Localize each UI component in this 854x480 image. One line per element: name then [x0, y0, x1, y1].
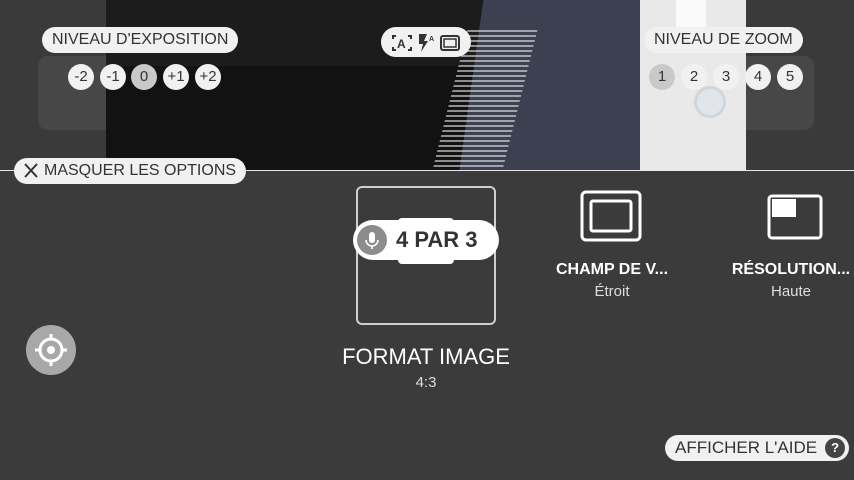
auto-text-icon[interactable]: A: [391, 34, 413, 57]
zoom-level-button[interactable]: 3: [713, 64, 739, 90]
help-icon: ?: [825, 438, 846, 458]
field-of-view-title: CHAMP DE V...: [555, 261, 669, 278]
mic-icon: [357, 225, 387, 255]
zoom-level-button[interactable]: 2: [681, 64, 707, 90]
help-label: AFFICHER L'AIDE: [675, 438, 818, 457]
format-option[interactable]: FORMAT IMAGE 4:3: [326, 344, 526, 391]
exposure-title: NIVEAU D'EXPOSITION: [42, 27, 239, 53]
hide-options-button[interactable]: MASQUER LES OPTIONS: [14, 158, 247, 184]
exposure-level-button[interactable]: -2: [68, 64, 94, 90]
voice-command-chip[interactable]: 4 PAR 3: [353, 220, 499, 260]
resolution-icon[interactable]: [767, 194, 823, 245]
help-button[interactable]: AFFICHER L'AIDE ?: [665, 435, 850, 461]
resolution-option[interactable]: RÉSOLUTION... Haute: [728, 261, 854, 300]
format-option-title: FORMAT IMAGE: [342, 344, 510, 369]
preview-ring: [694, 86, 726, 118]
zoom-title: NIVEAU DE ZOOM: [644, 27, 803, 53]
svg-text:A: A: [429, 36, 434, 43]
field-of-view-icon[interactable]: [580, 190, 642, 247]
resolution-title: RÉSOLUTION...: [731, 261, 851, 278]
preview-shadow: [106, 66, 476, 170]
crosshair-button[interactable]: [26, 325, 76, 375]
zoom-level-button[interactable]: 4: [745, 64, 771, 90]
field-of-view-option[interactable]: CHAMP DE V... Étroit: [542, 261, 682, 300]
exposure-level-button-selected[interactable]: 0: [131, 64, 157, 90]
exposure-level-button[interactable]: +2: [195, 64, 221, 90]
flash-auto-icon[interactable]: A: [416, 34, 436, 57]
zoom-level-button[interactable]: 5: [777, 64, 803, 90]
frame-icon[interactable]: [439, 34, 461, 57]
format-option-value: 4:3: [415, 374, 437, 391]
svg-text:A: A: [397, 37, 406, 51]
close-icon: [23, 158, 39, 193]
capture-mode-toolbar[interactable]: A A: [381, 27, 471, 57]
zoom-level-button-selected[interactable]: 1: [649, 64, 675, 90]
exposure-level-button[interactable]: +1: [163, 64, 189, 90]
hide-options-label: MASQUER LES OPTIONS: [44, 162, 237, 179]
exposure-level-button[interactable]: -1: [100, 64, 126, 90]
field-of-view-value: Étroit: [594, 283, 630, 300]
voice-command-label: 4 PAR 3: [396, 227, 478, 252]
resolution-value: Haute: [770, 283, 812, 300]
crosshair-icon: [33, 332, 69, 373]
